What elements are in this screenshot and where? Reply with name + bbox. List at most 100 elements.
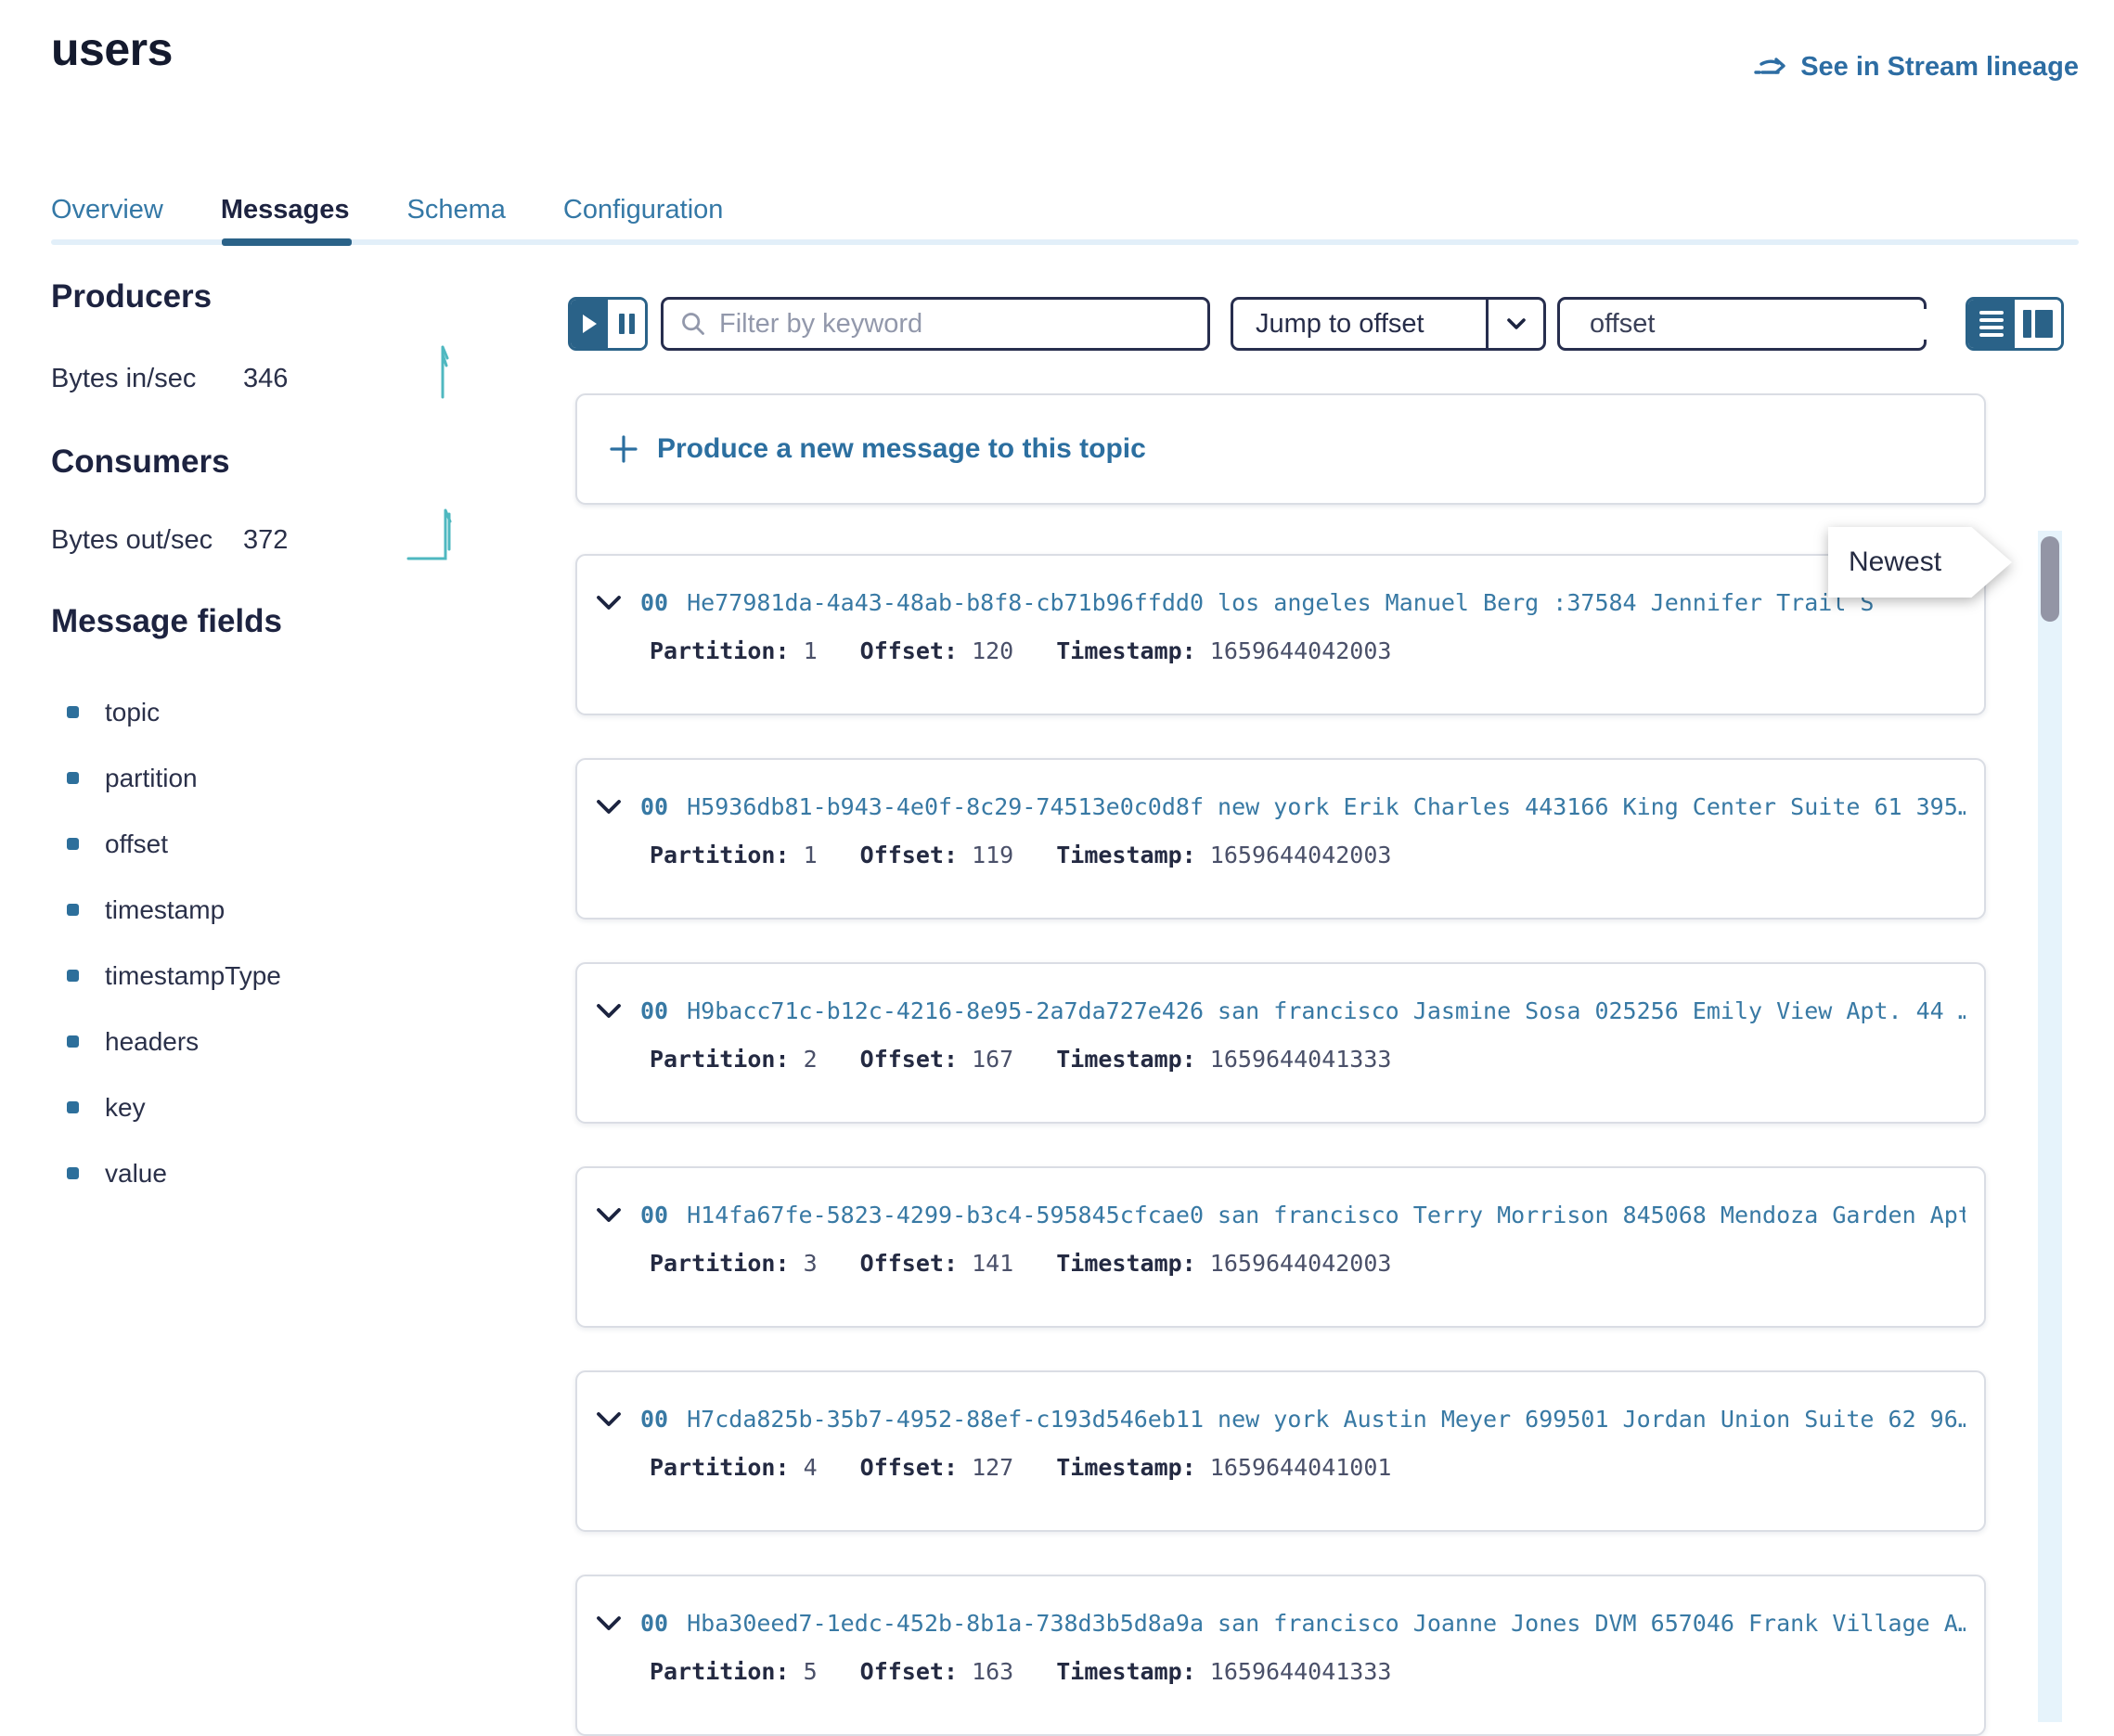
list-view-icon <box>1979 326 2004 329</box>
partition-value: 1 <box>804 842 818 868</box>
expand-message-button[interactable] <box>596 595 622 611</box>
field-label: topic <box>105 698 160 727</box>
message-meta: Partition: 3 Offset: 141 Timestamp: 1659… <box>650 1250 1391 1277</box>
field-bullet-icon <box>67 838 79 850</box>
page-title: users <box>51 22 173 76</box>
stream-lineage-label: See in Stream lineage <box>1800 52 2079 83</box>
offset-input[interactable] <box>1590 309 1940 340</box>
chevron-down-icon <box>596 595 622 611</box>
column-view-icon <box>2023 310 2031 338</box>
expand-message-button[interactable] <box>596 1003 622 1019</box>
chevron-down-icon <box>596 1411 622 1427</box>
partition-label: Partition: <box>650 1046 790 1073</box>
chevron-down-icon <box>596 799 622 815</box>
bytes-in-sparkline <box>434 341 458 401</box>
field-bullet-icon <box>67 706 79 718</box>
field-label: offset <box>105 829 168 859</box>
bytes-out-label: Bytes out/sec <box>51 525 213 556</box>
message-field-headers: headers <box>67 1009 281 1074</box>
message-key: 00 <box>640 1610 668 1637</box>
tab-schema[interactable]: Schema <box>407 195 506 238</box>
tab-messages[interactable]: Messages <box>221 195 350 238</box>
message-key: 00 <box>640 793 668 820</box>
offset-label: Offset: <box>860 842 958 868</box>
message-preview: He77981da-4a43-48ab-b8f8-cb71b96ffdd0 lo… <box>687 589 1966 616</box>
message-field-value: value <box>67 1140 281 1206</box>
message-meta: Partition: 5 Offset: 163 Timestamp: 1659… <box>650 1658 1391 1685</box>
newest-tooltip: Newest <box>1828 527 2012 598</box>
timestamp-value: 1659644042003 <box>1210 1250 1392 1277</box>
timestamp-label: Timestamp: <box>1056 637 1196 664</box>
message-field-offset: offset <box>67 811 281 877</box>
message-key: 00 <box>640 997 668 1024</box>
stream-lineage-link[interactable]: See in Stream lineage <box>1754 52 2079 83</box>
expand-message-button[interactable] <box>596 1207 622 1223</box>
expand-message-button[interactable] <box>596 1411 622 1427</box>
partition-value: 4 <box>804 1454 818 1481</box>
message-row[interactable]: 00 Hba30eed7-1edc-452b-8b1a-738d3b5d8a9a… <box>575 1575 1986 1736</box>
message-key: 00 <box>640 1202 668 1228</box>
partition-label: Partition: <box>650 1658 790 1685</box>
message-field-timestamp: timestamp <box>67 877 281 943</box>
search-icon <box>680 311 706 337</box>
view-mode-toggle <box>1966 297 2064 351</box>
list-view-icon <box>1979 311 2004 315</box>
partition-value: 1 <box>804 637 818 664</box>
message-meta: Partition: 1 Offset: 120 Timestamp: 1659… <box>650 637 1391 664</box>
column-view-button[interactable] <box>2015 300 2061 348</box>
scrollbar-track[interactable] <box>2038 531 2062 1722</box>
field-label: partition <box>105 764 198 793</box>
chevron-down-icon <box>596 1207 622 1223</box>
scrollbar-thumb[interactable] <box>2041 536 2059 622</box>
play-icon <box>581 314 598 334</box>
lineage-arrow-icon <box>1754 56 1789 80</box>
message-meta: Partition: 4 Offset: 127 Timestamp: 1659… <box>650 1454 1391 1481</box>
offset-label: Offset: <box>860 1046 958 1073</box>
tab-overview[interactable]: Overview <box>51 195 163 238</box>
expand-message-button[interactable] <box>596 799 622 815</box>
jump-to-offset-select[interactable]: Jump to offset <box>1231 297 1546 351</box>
message-fields-heading: Message fields <box>51 603 282 640</box>
offset-label: Offset: <box>860 637 958 664</box>
partition-label: Partition: <box>650 1454 790 1481</box>
message-key: 00 <box>640 589 668 616</box>
timestamp-value: 1659644041333 <box>1210 1658 1392 1685</box>
timestamp-value: 1659644041333 <box>1210 1046 1392 1073</box>
field-label: value <box>105 1159 167 1189</box>
timestamp-value: 1659644042003 <box>1210 637 1392 664</box>
offset-value: 127 <box>972 1454 1013 1481</box>
play-button[interactable] <box>571 300 608 348</box>
partition-value: 5 <box>804 1658 818 1685</box>
field-label: key <box>105 1093 146 1123</box>
message-preview: H7cda825b-35b7-4952-88ef-c193d546eb11 ne… <box>687 1406 1966 1433</box>
pause-button[interactable] <box>608 300 645 348</box>
field-label: timestampType <box>105 961 281 991</box>
list-view-button[interactable] <box>1968 300 2015 348</box>
message-row[interactable]: 00 H14fa67fe-5823-4299-b3c4-595845cfcae0… <box>575 1166 1986 1328</box>
active-tab-indicator <box>222 238 352 246</box>
message-fields-list: topic partition offset timestamp timesta… <box>67 679 281 1206</box>
timestamp-label: Timestamp: <box>1056 1658 1196 1685</box>
message-row[interactable]: 00 He77981da-4a43-48ab-b8f8-cb71b96ffdd0… <box>575 554 1986 715</box>
filter-field <box>661 297 1210 351</box>
message-row[interactable]: 00 H7cda825b-35b7-4952-88ef-c193d546eb11… <box>575 1370 1986 1532</box>
offset-value: 167 <box>972 1046 1013 1073</box>
offset-value: 120 <box>972 637 1013 664</box>
list-view-icon <box>1979 333 2004 337</box>
filter-keyword-input[interactable] <box>719 309 1191 340</box>
message-row[interactable]: 00 H5936db81-b943-4e0f-8c29-74513e0c0d8f… <box>575 758 1986 919</box>
message-preview: Hba30eed7-1edc-452b-8b1a-738d3b5d8a9a sa… <box>687 1610 1966 1637</box>
offset-value: 163 <box>972 1658 1013 1685</box>
partition-value: 2 <box>804 1046 818 1073</box>
select-caret[interactable] <box>1486 300 1543 348</box>
tab-configuration[interactable]: Configuration <box>563 195 724 238</box>
produce-message-label: Produce a new message to this topic <box>657 433 1146 465</box>
message-row[interactable]: 00 H9bacc71c-b12c-4216-8e95-2a7da727e426… <box>575 962 1986 1124</box>
newest-tooltip-label: Newest <box>1849 547 1941 578</box>
expand-message-button[interactable] <box>596 1615 622 1631</box>
field-bullet-icon <box>67 1035 79 1048</box>
timestamp-label: Timestamp: <box>1056 842 1196 868</box>
timestamp-label: Timestamp: <box>1056 1250 1196 1277</box>
produce-message-button[interactable]: Produce a new message to this topic <box>575 393 1986 505</box>
plus-icon <box>609 434 638 464</box>
